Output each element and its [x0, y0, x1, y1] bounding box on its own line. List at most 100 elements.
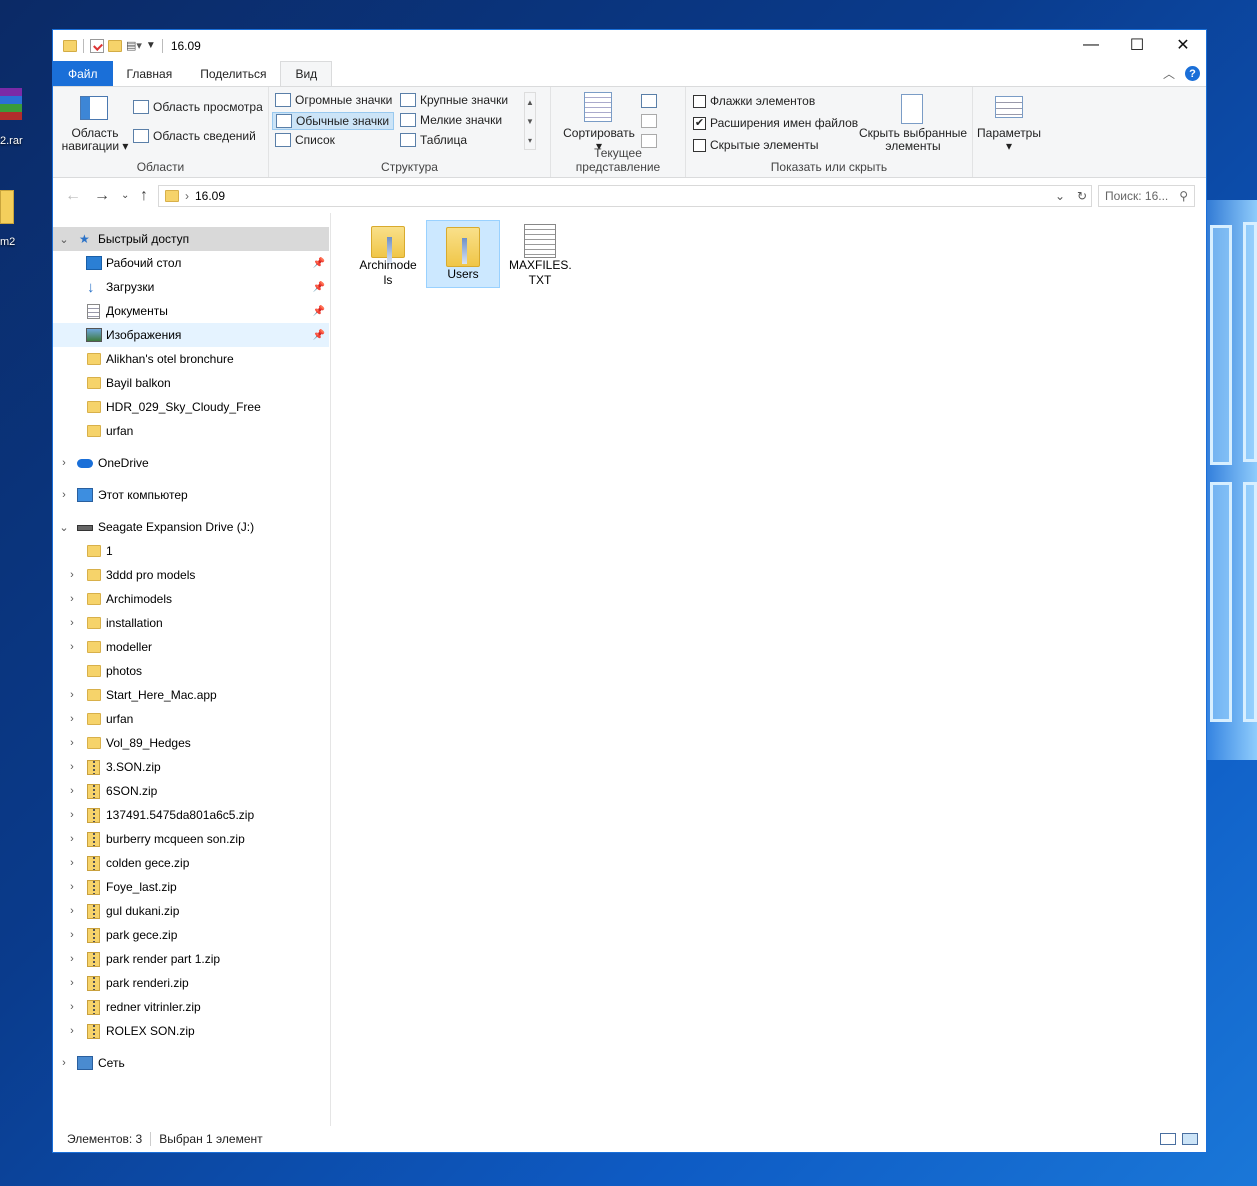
- checkbox[interactable]: [693, 94, 706, 108]
- chevron-right-icon[interactable]: ›: [67, 641, 77, 653]
- chevron-right-icon[interactable]: ›: [67, 1025, 77, 1037]
- nav-drive-zip[interactable]: › Foye_last.zip: [53, 875, 329, 899]
- desktop-folder-icon[interactable]: [0, 190, 14, 224]
- forward-arrow-icon[interactable]: →: [94, 187, 110, 205]
- nav-pictures[interactable]: Изображения 📌: [53, 323, 329, 347]
- chevron-right-icon[interactable]: ›: [67, 737, 77, 749]
- file-item-text[interactable]: MAXFILES. TXT: [503, 220, 577, 288]
- address-input[interactable]: › 16.09 ⌄ ↻: [158, 185, 1092, 207]
- refresh-icon[interactable]: ↻: [1077, 189, 1087, 203]
- properties-icon[interactable]: [90, 38, 104, 53]
- file-item-folder[interactable]: Archimode ls: [351, 220, 425, 288]
- add-columns-icon[interactable]: [641, 114, 657, 128]
- layout-large[interactable]: Крупные значки: [400, 93, 508, 107]
- nav-network[interactable]: › Сеть: [53, 1051, 329, 1075]
- chevron-right-icon[interactable]: ›: [59, 489, 69, 501]
- file-extensions-toggle[interactable]: ✔ Расширения имен файлов: [693, 116, 858, 130]
- nav-this-pc[interactable]: › Этот компьютер: [53, 483, 329, 507]
- nav-desktop[interactable]: Рабочий стол 📌: [53, 251, 329, 275]
- chevron-right-icon[interactable]: ›: [67, 569, 77, 581]
- customize-toolbar-icon[interactable]: ▤▾: [126, 39, 142, 52]
- nav-drive-folder[interactable]: › Start_Here_Mac.app: [53, 683, 329, 707]
- hidden-items-toggle[interactable]: Скрытые элементы: [693, 138, 819, 152]
- tab-home[interactable]: Главная: [113, 61, 187, 86]
- hide-selected-icon[interactable]: [901, 94, 923, 124]
- options-icon[interactable]: [995, 96, 1023, 118]
- details-view-icon[interactable]: [1160, 1133, 1176, 1145]
- maximize-button[interactable]: ☐: [1114, 30, 1160, 60]
- nav-folder[interactable]: Bayil balkon: [53, 371, 329, 395]
- navigation-pane-button[interactable]: Область навигации ▾: [55, 127, 135, 153]
- chevron-right-icon[interactable]: ›: [67, 689, 77, 701]
- nav-folder[interactable]: urfan: [53, 419, 329, 443]
- nav-drive-folder[interactable]: 1: [53, 539, 329, 563]
- tab-view[interactable]: Вид: [280, 61, 333, 86]
- chevron-right-icon[interactable]: ›: [59, 1057, 69, 1069]
- chevron-right-icon[interactable]: ›: [59, 457, 69, 469]
- address-dropdown-icon[interactable]: ⌄: [1055, 189, 1065, 203]
- large-icons-view-icon[interactable]: [1182, 1133, 1198, 1145]
- nav-drive-zip[interactable]: › 6SON.zip: [53, 779, 329, 803]
- toolbar-dropdown-icon[interactable]: ▼: [146, 40, 156, 51]
- pin-icon[interactable]: 📌: [313, 282, 325, 293]
- chevron-right-icon[interactable]: ›: [67, 881, 77, 893]
- nav-downloads[interactable]: ↓ Загрузки 📌: [53, 275, 329, 299]
- nav-drive-zip[interactable]: › redner vitrinler.zip: [53, 995, 329, 1019]
- nav-drive-folder[interactable]: › modeller: [53, 635, 329, 659]
- layout-medium[interactable]: Обычные значки: [272, 112, 395, 130]
- layout-list[interactable]: Список: [275, 133, 335, 147]
- chevron-down-icon[interactable]: ⌄: [59, 233, 69, 246]
- layout-extra-large[interactable]: Огромные значки: [275, 93, 392, 107]
- layout-small[interactable]: Мелкие значки: [400, 113, 502, 127]
- chevron-right-icon[interactable]: ›: [67, 761, 77, 773]
- chevron-right-icon[interactable]: ›: [67, 617, 77, 629]
- options-button[interactable]: Параметры ▾: [973, 127, 1045, 153]
- chevron-right-icon[interactable]: ›: [67, 809, 77, 821]
- details-pane-button[interactable]: Область сведений: [133, 129, 256, 143]
- up-arrow-icon[interactable]: ↑: [140, 187, 148, 205]
- nav-drive-zip[interactable]: › park renderi.zip: [53, 971, 329, 995]
- nav-onedrive[interactable]: › OneDrive: [53, 451, 329, 475]
- back-arrow-icon[interactable]: ←: [65, 187, 81, 205]
- chevron-right-icon[interactable]: ›: [67, 929, 77, 941]
- minimize-button[interactable]: —: [1068, 30, 1114, 60]
- close-button[interactable]: ✕: [1160, 30, 1206, 60]
- pin-icon[interactable]: 📌: [313, 306, 325, 317]
- nav-drive-zip[interactable]: › burberry mcqueen son.zip: [53, 827, 329, 851]
- tab-file[interactable]: Файл: [53, 61, 113, 86]
- layout-scroll[interactable]: ▲ ▼ ▾: [524, 92, 536, 150]
- chevron-right-icon[interactable]: ›: [67, 905, 77, 917]
- layout-details[interactable]: Таблица: [400, 133, 467, 147]
- file-item-folder[interactable]: Users: [426, 220, 500, 288]
- nav-drive-zip[interactable]: › ROLEX SON.zip: [53, 1019, 329, 1043]
- preview-pane-button[interactable]: Область просмотра: [133, 100, 263, 114]
- nav-drive-zip[interactable]: › 3.SON.zip: [53, 755, 329, 779]
- new-folder-icon[interactable]: [108, 39, 122, 52]
- help-icon[interactable]: ?: [1185, 66, 1200, 81]
- nav-folder[interactable]: Alikhan's otel bronchure: [53, 347, 329, 371]
- chevron-right-icon[interactable]: ›: [67, 953, 77, 965]
- chevron-right-icon[interactable]: ›: [67, 857, 77, 869]
- chevron-right-icon[interactable]: ›: [67, 833, 77, 845]
- search-input[interactable]: Поиск: 16... ⚲: [1098, 185, 1195, 207]
- nav-drive-zip[interactable]: › colden gece.zip: [53, 851, 329, 875]
- collapse-ribbon-icon[interactable]: ︿: [1163, 65, 1175, 82]
- pin-icon[interactable]: 📌: [313, 330, 325, 341]
- nav-drive-folder[interactable]: › 3ddd pro models: [53, 563, 329, 587]
- nav-drive-zip[interactable]: › park render part 1.zip: [53, 947, 329, 971]
- checkbox-checked[interactable]: ✔: [693, 116, 706, 130]
- nav-drive-zip[interactable]: › park gece.zip: [53, 923, 329, 947]
- chevron-right-icon[interactable]: ›: [67, 593, 77, 605]
- nav-documents[interactable]: Документы 📌: [53, 299, 329, 323]
- tab-share[interactable]: Поделиться: [186, 61, 280, 86]
- chevron-right-icon[interactable]: ›: [67, 977, 77, 989]
- nav-drive-folder[interactable]: photos: [53, 659, 329, 683]
- breadcrumb[interactable]: 16.09: [195, 189, 225, 203]
- breadcrumb-chevron-icon[interactable]: ›: [185, 189, 189, 203]
- nav-drive-folder[interactable]: › Vol_89_Hedges: [53, 731, 329, 755]
- sort-icon[interactable]: [584, 92, 612, 122]
- nav-drive[interactable]: ⌄ Seagate Expansion Drive (J:): [53, 515, 329, 539]
- nav-drive-folder[interactable]: › urfan: [53, 707, 329, 731]
- recent-locations-icon[interactable]: ⌄: [121, 190, 129, 201]
- nav-drive-folder[interactable]: › Archimodels: [53, 587, 329, 611]
